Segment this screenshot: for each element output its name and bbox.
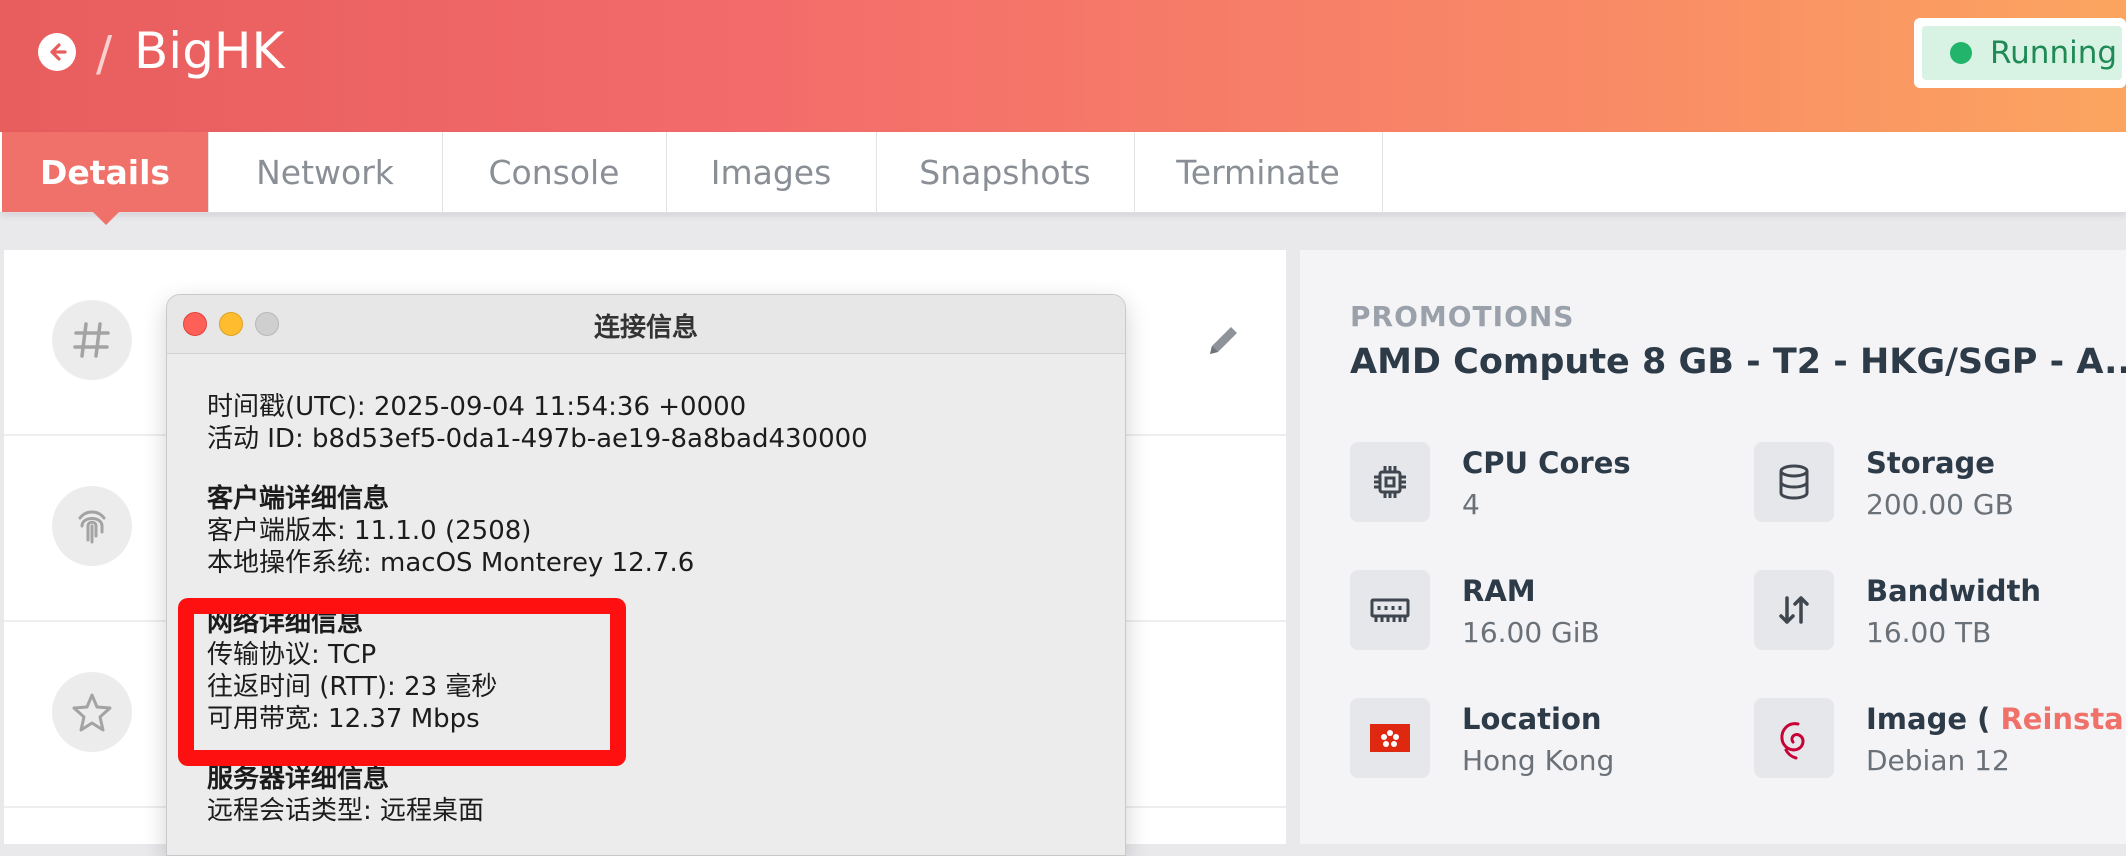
tab-terminate[interactable]: Terminate bbox=[1134, 132, 1383, 212]
promotions-panel: PROMOTIONS AMD Compute 8 GB - T2 - HKG/S… bbox=[1300, 250, 2126, 844]
tab-bar: Details Network Console Images Snapshots… bbox=[0, 132, 2126, 213]
spec-ram: RAM 16.00 GiB bbox=[1350, 570, 1710, 654]
spec-value: 4 bbox=[1462, 488, 1480, 521]
database-icon bbox=[1754, 442, 1834, 522]
activity-id-line: 活动 ID: b8d53ef5-0da1-497b-ae19-8a8bad430… bbox=[207, 424, 868, 454]
cpu-icon bbox=[1350, 442, 1430, 522]
spec-value: Debian 12 bbox=[1866, 744, 2010, 777]
memory-icon bbox=[1350, 570, 1430, 650]
image-label-prefix: Image ( bbox=[1866, 702, 1991, 736]
breadcrumb-separator: / bbox=[96, 26, 113, 82]
tab-images[interactable]: Images bbox=[666, 132, 877, 212]
app-header: / BigHK Running bbox=[0, 0, 2126, 132]
hong-kong-flag-icon bbox=[1350, 698, 1430, 778]
spec-storage: Storage 200.00 GB bbox=[1754, 442, 2114, 526]
page-title: BigHK bbox=[134, 22, 285, 80]
client-version-line: 客户端版本: 11.1.0 (2508) bbox=[207, 516, 532, 546]
spec-value: 16.00 TB bbox=[1866, 616, 1992, 649]
tab-snapshots[interactable]: Snapshots bbox=[876, 132, 1135, 212]
spec-label: Image ( Reinstall ) bbox=[1866, 702, 2126, 736]
spec-location: Location Hong Kong bbox=[1350, 698, 1710, 782]
spec-bandwidth: Bandwidth 16.00 TB bbox=[1754, 570, 2114, 654]
star-icon bbox=[52, 672, 132, 752]
spec-label: RAM bbox=[1462, 574, 1536, 608]
client-details-heading: 客户端详细信息 bbox=[207, 484, 390, 514]
server-details-heading: 服务器详细信息 bbox=[207, 764, 390, 794]
connection-info-window: 连接信息 时间戳(UTC): 2025-09-04 11:54:36 +0000… bbox=[166, 294, 1126, 856]
hash-icon bbox=[52, 300, 132, 380]
status-badge: Running bbox=[1922, 26, 2122, 80]
client-os-line: 本地操作系统: macOS Monterey 12.7.6 bbox=[207, 548, 695, 578]
spec-value: 200.00 GB bbox=[1866, 488, 2014, 521]
spec-label: Bandwidth bbox=[1866, 574, 2042, 608]
spec-cpu: CPU Cores 4 bbox=[1350, 442, 1710, 526]
debian-icon bbox=[1754, 698, 1834, 778]
spec-value: 16.00 GiB bbox=[1462, 616, 1600, 649]
spec-label: Storage bbox=[1866, 446, 1995, 480]
edit-pencil-icon[interactable] bbox=[1204, 320, 1244, 360]
tab-console[interactable]: Console bbox=[442, 132, 667, 212]
window-titlebar: 连接信息 bbox=[167, 295, 1125, 354]
promotions-label: PROMOTIONS bbox=[1350, 300, 1575, 333]
spec-label: Location bbox=[1462, 702, 1602, 736]
fingerprint-icon bbox=[52, 486, 132, 566]
session-type-line: 远程会话类型: 远程桌面 bbox=[207, 796, 485, 826]
active-tab-indicator bbox=[92, 211, 120, 225]
tab-network[interactable]: Network bbox=[208, 132, 443, 212]
highlight-annotation-box bbox=[178, 598, 626, 766]
status-dot-icon bbox=[1950, 42, 1972, 64]
back-arrow-icon[interactable] bbox=[38, 33, 76, 71]
spec-label: CPU Cores bbox=[1462, 446, 1631, 480]
timestamp-line: 时间戳(UTC): 2025-09-04 11:54:36 +0000 bbox=[207, 392, 747, 422]
spec-value: Hong Kong bbox=[1462, 744, 1615, 777]
tab-details[interactable]: Details bbox=[2, 132, 209, 212]
bandwidth-icon bbox=[1754, 570, 1834, 650]
status-container: Running bbox=[1914, 18, 2126, 88]
status-text: Running bbox=[1990, 35, 2118, 71]
reinstall-link[interactable]: Reinstall bbox=[2000, 702, 2126, 736]
window-title: 连接信息 bbox=[593, 313, 698, 343]
plan-title: AMD Compute 8 GB - T2 - HKG/SGP - A... bbox=[1350, 342, 2126, 382]
spec-image: Image ( Reinstall ) Debian 12 bbox=[1754, 698, 2126, 782]
